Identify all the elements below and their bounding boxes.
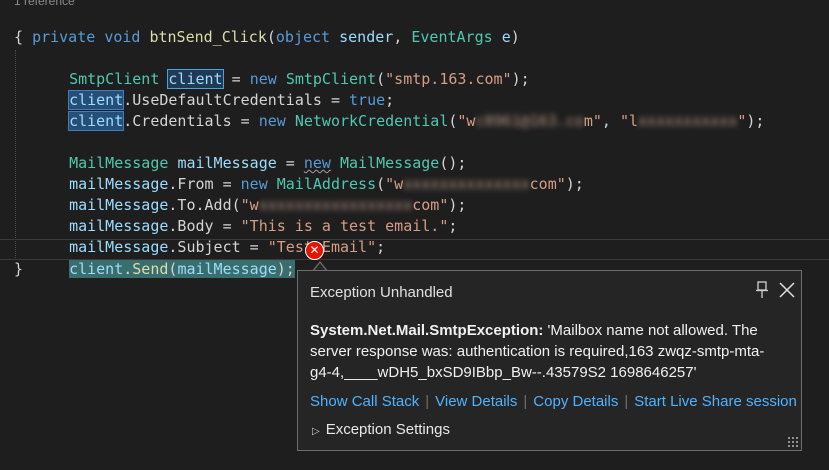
exception-type: System.Net.Mail.SmtpException: [310, 322, 544, 339]
code-line-from: mailMessage.From = new MailAddress("wxxx… [51, 153, 584, 193]
string-user-end: m" [583, 112, 602, 130]
code-line-signature: private void btnSend_Click(object sender… [14, 6, 520, 46]
close-icon[interactable] [778, 281, 796, 299]
close-brace: } [14, 260, 24, 278]
code-line-smtpclient: SmtpClient client = new SmtpClient("smtp… [69, 69, 530, 89]
code-line-send: client.Send(mailMessage); [51, 238, 295, 278]
line-end: ; [376, 238, 386, 256]
keyword-void: void [104, 28, 141, 46]
link-separator: | [425, 393, 430, 410]
type-object: object [275, 28, 331, 46]
code-line-usedefault: client.UseDefaultCredentials = true; [51, 69, 394, 110]
ctor-networkcredential: NetworkCredential [294, 112, 449, 130]
string-from-end: com" [529, 175, 566, 193]
keyword-new: new [258, 112, 286, 130]
string-host: "smtp.163.com" [385, 70, 512, 88]
link-separator: | [624, 393, 629, 410]
start-live-share-link[interactable]: Start Live Share session [634, 393, 797, 410]
string-pass-blurred: xxxxxxxxxxx [638, 112, 738, 130]
exception-settings-toggle[interactable]: ▷ Exception Settings [312, 421, 450, 438]
keyword-private: private [32, 28, 96, 46]
current-statement[interactable]: client.Send(mailMessage); [69, 260, 295, 278]
dot: . [123, 260, 133, 278]
line-end: ; [448, 217, 458, 235]
popup-title: Exception Unhandled [310, 284, 453, 301]
param-sender: sender [339, 28, 394, 46]
comma: , [601, 112, 620, 130]
copy-details-link[interactable]: Copy Details [533, 393, 618, 410]
method-send: Send [132, 260, 169, 278]
indent-guide [15, 50, 16, 260]
member-credentials: .Credentials = [123, 112, 259, 130]
param-e: e [501, 28, 511, 46]
line-end: ); [511, 70, 530, 88]
show-call-stack-link[interactable]: Show Call Stack [310, 393, 419, 410]
exception-settings-label: Exception Settings [325, 421, 450, 438]
link-separator: | [523, 393, 528, 410]
expand-triangle-icon: ▷ [312, 426, 320, 437]
view-details-link[interactable]: View Details [435, 393, 517, 410]
line-end: ); [565, 175, 584, 193]
code-line-credentials: client.Credentials = new NetworkCredenti… [51, 90, 764, 131]
code-line-body: mailMessage.Body = "This is a test email… [51, 195, 457, 235]
error-icon[interactable]: ✕ [305, 241, 324, 260]
variable-client-ref: client [69, 260, 124, 278]
string-user-visible: "w [457, 112, 476, 130]
comma: , [393, 28, 403, 46]
string-pass-visible: "l [619, 112, 639, 130]
paren-open: ( [266, 28, 276, 46]
line-end: ); [746, 112, 765, 130]
pin-icon[interactable] [755, 281, 769, 299]
exception-message: System.Net.Mail.SmtpException: 'Mailbox … [310, 320, 780, 383]
resize-grip-icon[interactable] [787, 436, 799, 448]
open-brace: { [14, 28, 24, 46]
variable-client-ref[interactable]: client [68, 111, 125, 131]
code-line-to: mailMessage.To.Add("wxxxxxxxxxxxxxxxxxco… [51, 174, 466, 214]
arg-mailmessage: mailMessage [177, 260, 277, 278]
code-line-mailmessage: MailMessage mailMessage = new MailMessag… [51, 132, 466, 172]
method-name: btnSend_Click [149, 28, 267, 46]
popup-links: Show Call Stack | View Details | Copy Detail… [310, 393, 797, 410]
line-end: ); [276, 260, 295, 278]
paren-close: ) [510, 28, 520, 46]
exception-popup: Exception Unhandled System.Net.Mail.Smtp… [297, 270, 802, 451]
code-line-subject: mailMessage.Subject = "Test Email"; [51, 216, 385, 256]
type-eventargs: EventArgs [411, 28, 493, 46]
string-user-blurred: c0961@163.co [475, 112, 584, 130]
